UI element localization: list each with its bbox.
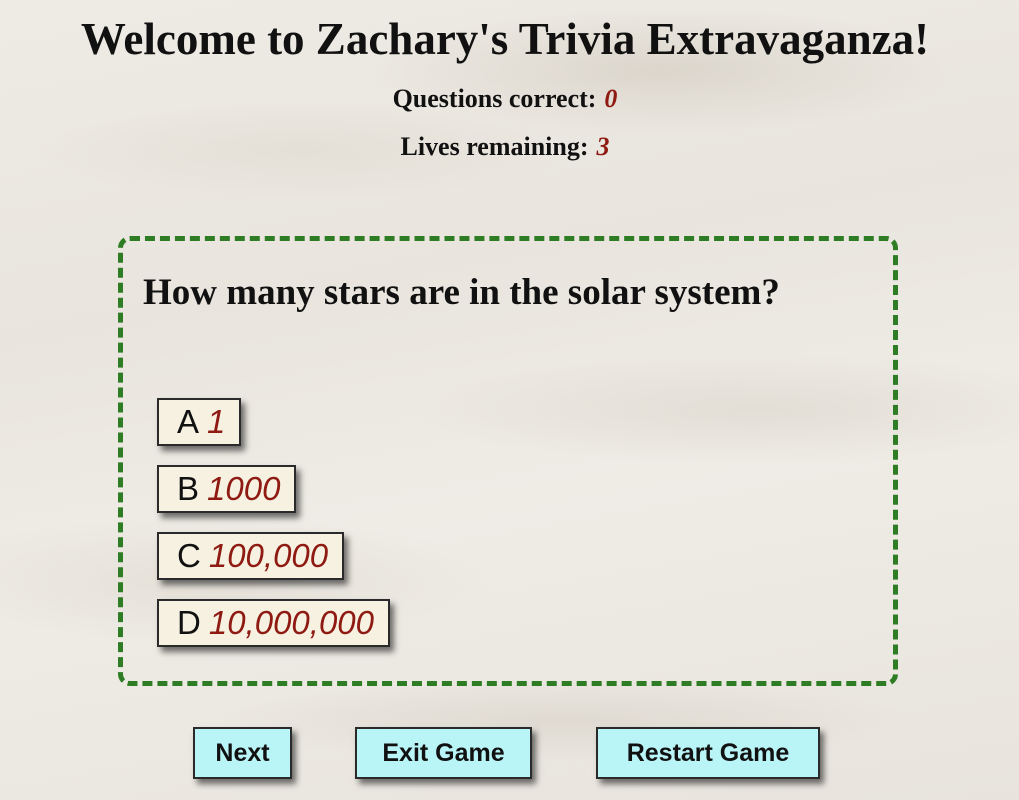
questions-correct-value: 0	[604, 84, 618, 113]
answer-option-a[interactable]: A1	[157, 398, 242, 446]
lives-remaining-stat: Lives remaining: 3	[0, 131, 1010, 163]
answer-letter: D	[177, 604, 201, 641]
exit-game-button[interactable]: Exit Game	[355, 727, 532, 779]
answer-text: 100,000	[208, 537, 329, 574]
question-text: How many stars are in the solar system?	[143, 272, 780, 313]
lives-remaining-label: Lives remaining:	[400, 132, 589, 161]
lives-remaining-value: 3	[596, 132, 610, 161]
restart-game-button[interactable]: Restart Game	[596, 727, 820, 779]
page-title: Welcome to Zachary's Trivia Extravaganza…	[80, 14, 930, 64]
answer-letter: C	[177, 537, 201, 574]
answer-letter: A	[177, 403, 200, 440]
next-button[interactable]: Next	[193, 727, 292, 779]
questions-correct-label: Questions correct:	[392, 84, 597, 113]
answer-text: 10,000,000	[208, 604, 375, 641]
answer-letter: B	[177, 470, 200, 507]
answer-option-b[interactable]: B 1000	[157, 465, 297, 513]
answer-text: 1000	[207, 470, 281, 507]
questions-correct-stat: Questions correct: 0	[0, 83, 1010, 115]
answer-text: 1	[207, 403, 226, 440]
answer-option-c[interactable]: C 100,000	[157, 532, 345, 580]
question-card: How many stars are in the solar system? …	[118, 236, 898, 686]
answer-option-d[interactable]: D 10,000,000	[157, 599, 391, 647]
